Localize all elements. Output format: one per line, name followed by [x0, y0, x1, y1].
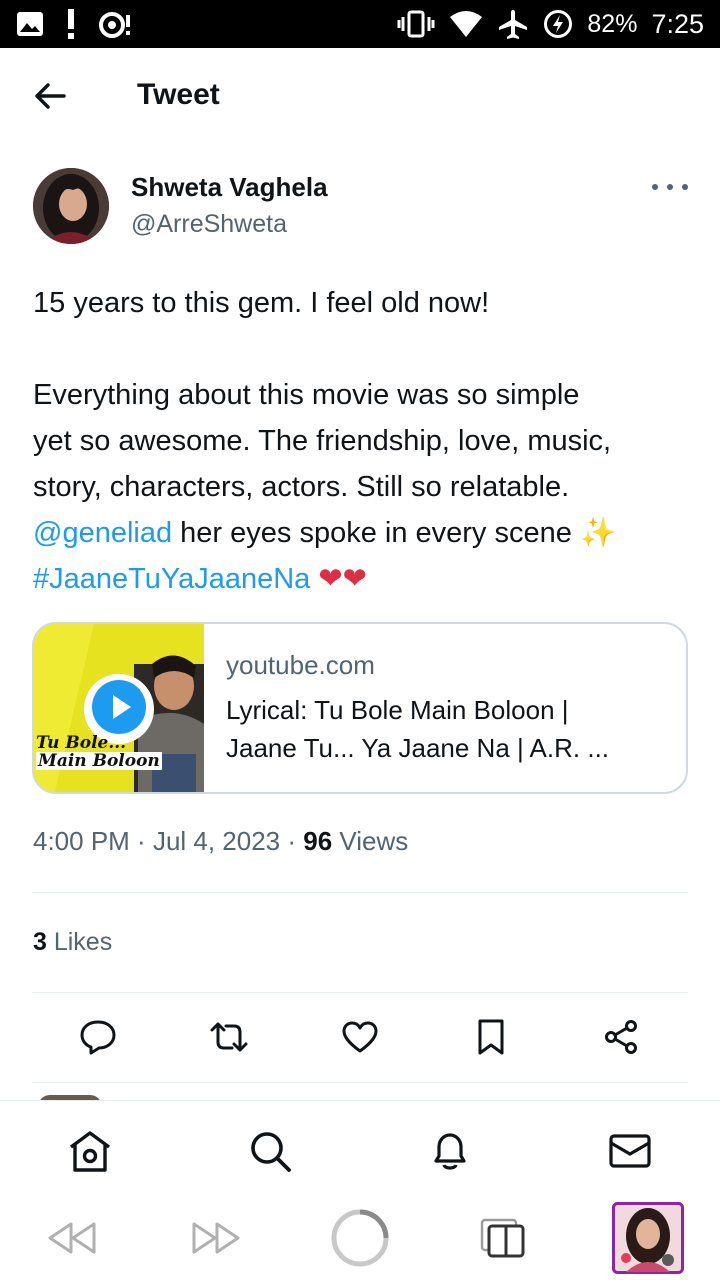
tweet-actions: [0, 1015, 720, 1063]
tweet-blank-line: [33, 326, 693, 372]
nav-messages[interactable]: [606, 1129, 654, 1177]
hashtag-link[interactable]: #JaaneTuYaJaaneNa: [33, 563, 310, 595]
dot-icon: [667, 184, 673, 190]
bookmark-button[interactable]: [467, 1015, 515, 1063]
separator: ·: [129, 826, 153, 856]
fast-forward-button[interactable]: [188, 1208, 244, 1272]
app-shortcut-avatar[interactable]: [612, 1201, 684, 1274]
app-thumbnail-icon: [612, 1201, 684, 1279]
tweet-text-fragment: her eyes spoke in every scene: [172, 517, 580, 549]
battery-charging-icon: [543, 9, 573, 39]
retweet-icon: [208, 1020, 250, 1059]
author-avatar[interactable]: [33, 168, 109, 244]
battery-level: 82%: [587, 9, 638, 38]
tweet-text: 15 years to this gem. I feel old now! Ev…: [33, 280, 693, 602]
nav-search[interactable]: [246, 1129, 294, 1177]
divider: [32, 892, 688, 893]
author-name[interactable]: Shweta Vaghela: [131, 172, 328, 203]
views-label: Views: [332, 826, 409, 856]
dot-icon: [652, 184, 658, 190]
system-navigation: [0, 1200, 720, 1280]
vibrate-icon: [397, 10, 435, 38]
arrow-left-icon: [34, 82, 66, 115]
tweet-line: @geneliad her eyes spoke in every scene …: [33, 510, 693, 556]
like-button[interactable]: [336, 1015, 384, 1063]
tweet-line: Everything about this movie was so simpl…: [33, 379, 580, 411]
rewind-icon: [46, 1219, 98, 1262]
hearts-emoji: ❤❤: [318, 563, 367, 595]
home-circle-button[interactable]: [330, 1208, 390, 1272]
likes-count: 3: [33, 928, 47, 956]
author-handle[interactable]: @ArreShweta: [131, 210, 287, 239]
tweet-line: #JaaneTuYaJaaneNa ❤❤: [33, 556, 693, 602]
card-domain: youtube.com: [226, 650, 375, 680]
video-thumbnail: Tu Bole... Main Boloon: [34, 624, 204, 792]
thumbnail-caption: Tu Bole... Main Boloon: [36, 734, 162, 770]
wifi-icon: [449, 10, 483, 38]
card-title: Lyrical: Tu Bole Main Boloon | Jaane Tu.…: [226, 695, 610, 763]
alert-icon: [66, 9, 76, 39]
share-button[interactable]: [597, 1015, 645, 1063]
loading-circle-icon: [330, 1208, 390, 1273]
tweet-line: story, characters, actors. Still so rela…: [33, 471, 570, 503]
play-icon: [90, 678, 148, 741]
back-button[interactable]: [30, 78, 70, 118]
share-icon: [603, 1019, 639, 1060]
home-icon: [67, 1129, 113, 1178]
gallery-icon: [16, 11, 44, 37]
tweet-date: Jul 4, 2023: [152, 826, 281, 856]
search-icon: [248, 1129, 292, 1178]
divider: [32, 1082, 688, 1083]
nav-notifications[interactable]: [426, 1129, 474, 1177]
separator: ·: [280, 826, 304, 856]
likes-label: Likes: [46, 928, 113, 956]
thumbnail-caption-line: Main Boloon: [36, 751, 162, 771]
views-count: 96: [303, 826, 333, 856]
page-title: Tweet: [137, 78, 220, 111]
retweet-button[interactable]: [205, 1015, 253, 1063]
mail-icon: [608, 1132, 652, 1175]
nav-home[interactable]: [66, 1129, 114, 1177]
reply-icon: [79, 1019, 117, 1060]
sparkles-emoji: ✨: [579, 517, 617, 549]
divider: [32, 992, 688, 993]
top-bar: Tweet: [0, 48, 720, 146]
tweet-meta: 4:00 PM · Jul 4, 2023 · 96 Views: [33, 826, 408, 857]
bottom-navigation: [0, 1100, 720, 1200]
heart-icon: [341, 1020, 379, 1059]
likes-count-link[interactable]: 3 Likes: [33, 928, 112, 957]
more-options-button[interactable]: [652, 175, 688, 199]
tweet-line: yet so awesome. The friendship, love, mu…: [33, 425, 612, 457]
reply-button[interactable]: [74, 1015, 122, 1063]
clock: 7:25: [651, 8, 704, 39]
card-body: youtube.com Lyrical: Tu Bole Main Boloon…: [204, 624, 666, 792]
bookmark-icon: [476, 1018, 506, 1061]
recents-button[interactable]: [478, 1208, 528, 1272]
recents-icon: [479, 1217, 527, 1264]
tweet-time: 4:00 PM: [33, 826, 130, 856]
fast-forward-icon: [190, 1219, 242, 1262]
sync-icon: [98, 9, 132, 39]
dot-icon: [682, 184, 688, 190]
airplane-icon: [497, 8, 529, 40]
link-preview-card[interactable]: Tu Bole... Main Boloon youtube.com Lyric…: [32, 622, 688, 794]
thumbnail-caption-line: Tu Bole...: [36, 733, 127, 753]
status-bar: 82% 7:25: [0, 0, 720, 48]
tweet-line: 15 years to this gem. I feel old now!: [33, 287, 490, 319]
bell-icon: [430, 1129, 470, 1178]
rewind-button[interactable]: [44, 1208, 100, 1272]
mention-link[interactable]: @geneliad: [33, 517, 172, 549]
